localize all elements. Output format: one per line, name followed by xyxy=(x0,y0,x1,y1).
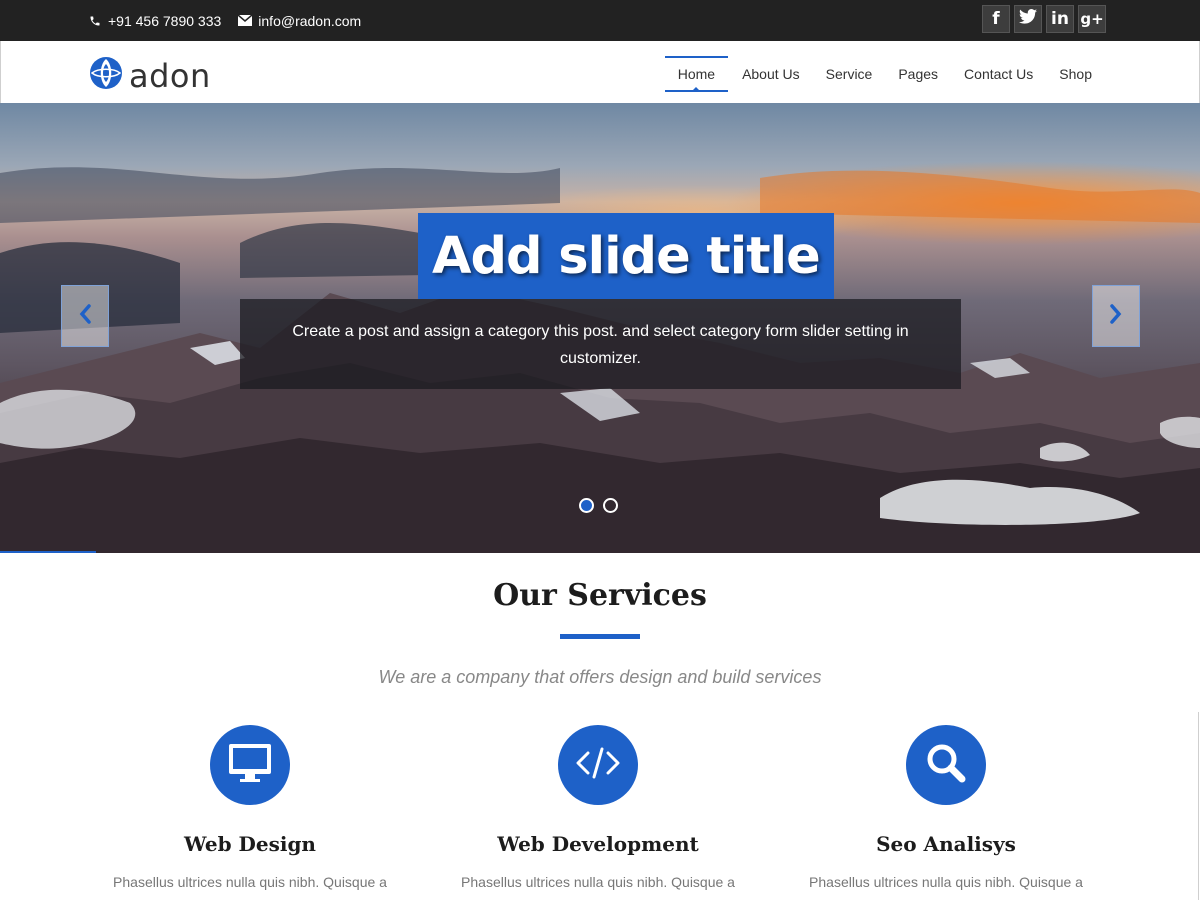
slider-dot-2[interactable] xyxy=(603,498,618,513)
slider-dot-1[interactable] xyxy=(579,498,594,513)
service-name: Seo Analisys xyxy=(876,832,1016,856)
monitor-icon xyxy=(228,743,272,788)
slider-next-button[interactable] xyxy=(1092,285,1140,347)
nav-service[interactable]: Service xyxy=(813,56,886,92)
email-link[interactable]: info@radon.com xyxy=(258,13,361,29)
service-name: Web Design xyxy=(184,832,316,856)
service-icon-circle xyxy=(906,725,986,805)
envelope-icon xyxy=(238,14,253,28)
logo-text: adon xyxy=(129,56,211,95)
service-description: Phasellus ultrices nulla quis nibh. Quis… xyxy=(809,874,1083,890)
service-icon-circle xyxy=(210,725,290,805)
facebook-button[interactable]: f xyxy=(982,5,1010,33)
services-title: Our Services xyxy=(493,578,707,613)
slider-pagination xyxy=(579,498,627,513)
slide-title: Add slide title xyxy=(418,213,834,299)
google-plus-icon: g+ xyxy=(1080,10,1104,28)
nav-pages[interactable]: Pages xyxy=(885,56,951,92)
phone-item: +91 456 7890 333 xyxy=(88,13,221,29)
service-icon-circle xyxy=(558,725,638,805)
phone-icon xyxy=(88,14,102,28)
service-description: Phasellus ultrices nulla quis nibh. Quis… xyxy=(113,874,387,890)
top-bar: +91 456 7890 333 info@radon.com f in g+ xyxy=(0,0,1200,41)
slide-description: Create a post and assign a category this… xyxy=(240,299,961,389)
service-web-design: Web Design Phasellus ultrices nulla quis… xyxy=(100,725,400,890)
service-name: Web Development xyxy=(497,832,699,856)
facebook-icon: f xyxy=(992,9,1000,29)
twitter-button[interactable] xyxy=(1014,5,1042,33)
service-description: Phasellus ultrices nulla quis nibh. Quis… xyxy=(461,874,735,890)
title-underline xyxy=(560,634,640,639)
nav-home[interactable]: Home xyxy=(664,56,729,92)
nav-about-us[interactable]: About Us xyxy=(729,56,813,92)
email-item: info@radon.com xyxy=(238,13,361,29)
main-navigation: Home About Us Service Pages Contact Us S… xyxy=(664,56,1105,92)
google-plus-button[interactable]: g+ xyxy=(1078,5,1106,33)
site-logo[interactable]: adon xyxy=(89,56,211,95)
service-web-development: Web Development Phasellus ultrices nulla… xyxy=(448,725,748,890)
code-icon xyxy=(575,746,621,785)
phone-number: +91 456 7890 333 xyxy=(108,12,222,29)
slider-prev-button[interactable] xyxy=(61,285,109,347)
search-icon xyxy=(925,742,967,789)
site-header: adon Home About Us Service Pages Contact… xyxy=(0,41,1200,103)
logo-icon xyxy=(89,56,123,95)
page-border-line xyxy=(1198,712,1199,900)
linkedin-button[interactable]: in xyxy=(1046,5,1074,33)
linkedin-icon: in xyxy=(1051,9,1069,29)
active-caret xyxy=(691,87,702,92)
service-seo-analisys: Seo Analisys Phasellus ultrices nulla qu… xyxy=(796,725,1096,890)
nav-home-label: Home xyxy=(677,66,716,82)
chevron-right-icon xyxy=(1109,303,1123,330)
chevron-left-icon xyxy=(78,303,92,330)
nav-shop[interactable]: Shop xyxy=(1046,56,1105,92)
nav-contact-us[interactable]: Contact Us xyxy=(951,56,1046,92)
contact-info: +91 456 7890 333 info@radon.com xyxy=(88,0,378,41)
twitter-icon xyxy=(1019,9,1037,29)
hero-accent-line xyxy=(0,551,96,553)
hero-slider: Add slide title Create a post and assign… xyxy=(0,103,1200,553)
social-links: f in g+ xyxy=(978,5,1106,33)
services-subtitle: We are a company that offers design and … xyxy=(378,667,822,687)
